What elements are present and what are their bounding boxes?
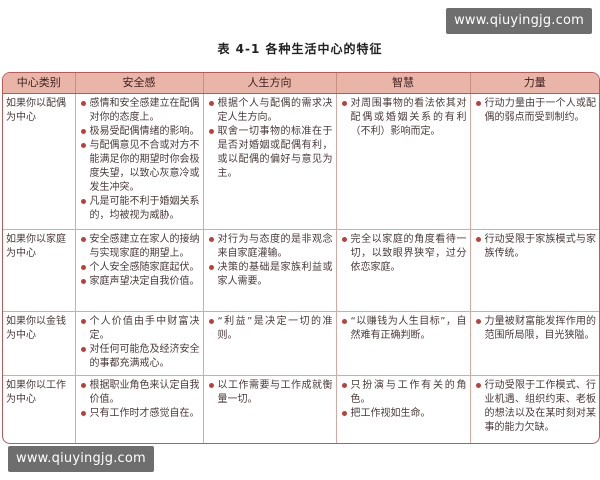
row-category: 如果你以金钱为中心 <box>3 311 76 376</box>
row-category: 如果你以家庭为中心 <box>3 229 76 312</box>
cell-security: 安全感建立在家人的接纳与实现家庭的期望上。 个人安全感随家庭起伏。 家庭声望决定… <box>75 229 204 312</box>
bullet-item: 决策的基础是家族利益或家人需要。 <box>207 261 333 289</box>
header-direction: 人生方向 <box>203 73 337 94</box>
bullet-item: 只扮演与工作有关的角色。 <box>340 379 467 407</box>
cell-direction: “利益”是决定一切的准则。 <box>203 311 337 376</box>
header-wisdom: 智慧 <box>336 73 471 94</box>
bullet-item: 凡是可能不利于婚姻关系的，均被视为威胁。 <box>79 195 200 223</box>
bullet-item: 力量被财富能发挥作用的范围所局限，目光狭隘。 <box>474 315 596 343</box>
table-row: 如果你以家庭为中心 安全感建立在家人的接纳与实现家庭的期望上。 个人安全感随家庭… <box>3 229 599 312</box>
bullet-item: 极易受配偶情绪的影响。 <box>79 125 200 139</box>
row-category: 如果你以配偶为中心 <box>3 93 76 230</box>
header-security: 安全感 <box>75 73 204 94</box>
table-row: 如果你以金钱为中心 个人价值由手中财富决定。 对任何可能危及经济安全的事都充满戒… <box>3 311 599 376</box>
bullet-item: 行动受限于家族模式与家族传统。 <box>474 233 596 261</box>
bullet-item: 以工作需要与工作成就衡量一切。 <box>207 379 333 407</box>
cell-power: 行动力量由于一个人或配偶的弱点而受到制约。 <box>470 93 599 230</box>
cell-direction: 根据个人与配偶的需求决定人生方向。 取舍一切事物的标准在于是否对婚姻或配偶有利，… <box>203 93 337 230</box>
table-row: 如果你以配偶为中心 感情和安全感建立在配偶对你的态度上。 极易受配偶情绪的影响。… <box>3 93 599 230</box>
bullet-item: 根据个人与配偶的需求决定人生方向。 <box>207 97 333 125</box>
header-category: 中心类别 <box>3 73 76 94</box>
table-container: 中心类别 安全感 人生方向 智慧 力量 如果你以配偶为中心 感情和安全感建立在配… <box>2 72 600 444</box>
bullet-item: 家庭声望决定自我价值。 <box>79 275 200 289</box>
bullet-item: 行动力量由于一个人或配偶的弱点而受到制约。 <box>474 97 596 125</box>
cell-direction: 以工作需要与工作成就衡量一切。 <box>203 375 337 443</box>
watermark-bottom: www.qiuyingjg.com <box>8 446 154 472</box>
bullet-item: 取舍一切事物的标准在于是否对婚姻或配偶有利，或以配偶的偏好与意见为主。 <box>207 125 333 181</box>
bullet-item: 个人安全感随家庭起伏。 <box>79 261 200 275</box>
cell-power: 行动受限于家族模式与家族传统。 <box>470 229 599 312</box>
bullet-item: 与配偶意见不合或对方不能满足你的期望时你会极度失望，以致心灰意冷或发生冲突。 <box>79 139 200 195</box>
bullet-item: 把工作视如生命。 <box>340 407 467 421</box>
table-row: 如果你以工作为中心 根据职业角色来认定自我价值。 只有工作时才感觉自在。 以工作… <box>3 375 599 444</box>
cell-wisdom: 完全以家庭的角度看待一切，以致眼界狭窄，过分依恋家庭。 <box>336 229 471 312</box>
cell-wisdom: “以赚钱为人生目标”，自然难有正确判断。 <box>336 311 471 376</box>
cell-wisdom: 只扮演与工作有关的角色。 把工作视如生命。 <box>336 375 471 443</box>
bullet-item: “利益”是决定一切的准则。 <box>207 315 333 343</box>
bullet-item: 行动受限于工作模式、行业机遇、组织约束、老板的想法以及在某时刻对某事的能力欠缺。 <box>474 379 596 435</box>
watermark-top: www.qiuyingjg.com <box>446 8 592 34</box>
cell-power: 行动受限于工作模式、行业机遇、组织约束、老板的想法以及在某时刻对某事的能力欠缺。 <box>470 376 599 444</box>
bullet-item: 只有工作时才感觉自在。 <box>79 407 200 421</box>
bullet-item: “以赚钱为人生目标”，自然难有正确判断。 <box>340 315 467 343</box>
cell-wisdom: 对周围事物的看法依其对配偶或婚姻关系的有利（不利）影响而定。 <box>336 93 471 230</box>
cell-power: 力量被财富能发挥作用的范围所局限，目光狭隘。 <box>470 311 599 376</box>
bullet-item: 对行为与态度的是非观念来自家庭灌输。 <box>207 233 333 261</box>
bullet-item: 对周围事物的看法依其对配偶或婚姻关系的有利（不利）影响而定。 <box>340 97 467 139</box>
table-title: 表 4-1 各种生活中心的特征 <box>217 42 383 56</box>
bullet-item: 对任何可能危及经济安全的事都充满戒心。 <box>79 343 200 371</box>
life-center-table: 中心类别 安全感 人生方向 智慧 力量 如果你以配偶为中心 感情和安全感建立在配… <box>3 73 599 443</box>
header-power: 力量 <box>470 73 599 94</box>
cell-security: 个人价值由手中财富决定。 对任何可能危及经济安全的事都充满戒心。 <box>75 311 204 376</box>
bullet-item: 个人价值由手中财富决定。 <box>79 315 200 343</box>
row-category: 如果你以工作为中心 <box>3 375 76 443</box>
bullet-item: 安全感建立在家人的接纳与实现家庭的期望上。 <box>79 233 200 261</box>
cell-direction: 对行为与态度的是非观念来自家庭灌输。 决策的基础是家族利益或家人需要。 <box>203 229 337 312</box>
bullet-item: 根据职业角色来认定自我价值。 <box>79 379 200 407</box>
header-row: 中心类别 安全感 人生方向 智慧 力量 <box>3 73 599 94</box>
cell-security: 根据职业角色来认定自我价值。 只有工作时才感觉自在。 <box>75 375 204 443</box>
bullet-item: 完全以家庭的角度看待一切，以致眼界狭窄，过分依恋家庭。 <box>340 233 467 275</box>
cell-security: 感情和安全感建立在配偶对你的态度上。 极易受配偶情绪的影响。 与配偶意见不合或对… <box>75 93 204 230</box>
bullet-item: 感情和安全感建立在配偶对你的态度上。 <box>79 97 200 125</box>
page: www.qiuyingjg.com 表 4-1 各种生活中心的特征 中心类别 安… <box>0 0 600 480</box>
